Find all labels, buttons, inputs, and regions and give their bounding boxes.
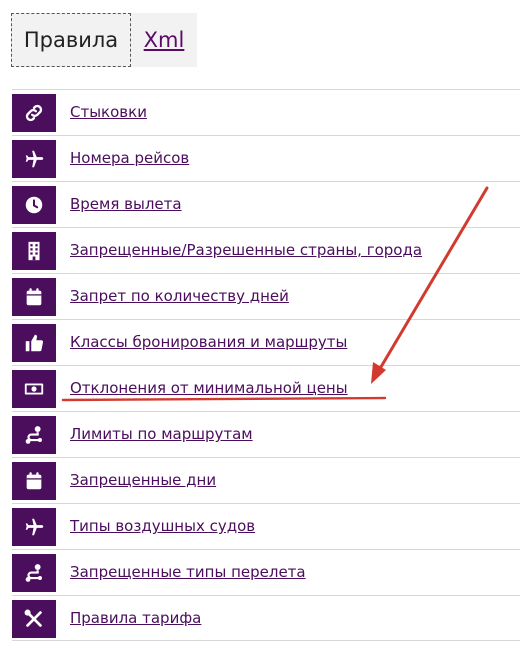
menu-item-label[interactable]: Лимиты по маршрутам	[70, 425, 253, 443]
menu-item-label[interactable]: Запрет по количеству дней	[70, 287, 289, 305]
tools-icon	[12, 599, 56, 638]
menu-item-min-price-deviation[interactable]: Отклонения от минимальной цены	[12, 365, 520, 411]
menu-item-label[interactable]: Номера рейсов	[70, 149, 189, 167]
route-icon	[12, 415, 56, 454]
menu-item-aircraft-types[interactable]: Типы воздушных судов	[12, 503, 520, 549]
menu-item-connections[interactable]: Стыковки	[12, 89, 520, 135]
menu-item-label[interactable]: Запрещенные/Разрешенные страны, города	[70, 241, 422, 259]
tab-xml[interactable]: Xml	[131, 13, 197, 67]
tab-bar: Правила Xml	[11, 13, 197, 67]
menu-item-label[interactable]: Время вылета	[70, 195, 182, 213]
menu-item-forbidden-flight-types[interactable]: Запрещенные типы перелета	[12, 549, 520, 595]
menu-item-label[interactable]: Стыковки	[70, 103, 147, 121]
menu-item-route-limits[interactable]: Лимиты по маршрутам	[12, 411, 520, 457]
link-icon	[12, 93, 56, 132]
plane-icon	[12, 139, 56, 178]
menu-item-departure-time[interactable]: Время вылета	[12, 181, 520, 227]
menu-item-label[interactable]: Правила тарифа	[70, 609, 201, 627]
clock-icon	[12, 185, 56, 224]
menu-item-label[interactable]: Классы бронирования и маршруты	[70, 333, 347, 351]
plane-icon	[12, 507, 56, 546]
menu-item-forbidden-days[interactable]: Запрещенные дни	[12, 457, 520, 503]
menu-item-booking-classes[interactable]: Классы бронирования и маршруты	[12, 319, 520, 365]
calendar-icon	[12, 461, 56, 500]
menu-item-countries-cities[interactable]: Запрещенные/Разрешенные страны, города	[12, 227, 520, 273]
building-icon	[12, 231, 56, 270]
menu-item-fare-rules[interactable]: Правила тарифа	[12, 595, 520, 641]
menu-item-days-limit[interactable]: Запрет по количеству дней	[12, 273, 520, 319]
route-icon	[12, 553, 56, 592]
rules-menu: Стыковки Номера рейсов Время вылета Запр…	[12, 89, 520, 641]
menu-item-label[interactable]: Запрещенные дни	[70, 471, 216, 489]
calendar-icon	[12, 277, 56, 316]
menu-item-flight-numbers[interactable]: Номера рейсов	[12, 135, 520, 181]
menu-item-label[interactable]: Запрещенные типы перелета	[70, 563, 306, 581]
menu-item-label[interactable]: Отклонения от минимальной цены	[70, 379, 348, 397]
tab-rules[interactable]: Правила	[11, 13, 131, 67]
menu-item-label[interactable]: Типы воздушных судов	[70, 517, 255, 535]
money-icon	[12, 369, 56, 408]
thumbs-up-icon	[12, 323, 56, 362]
